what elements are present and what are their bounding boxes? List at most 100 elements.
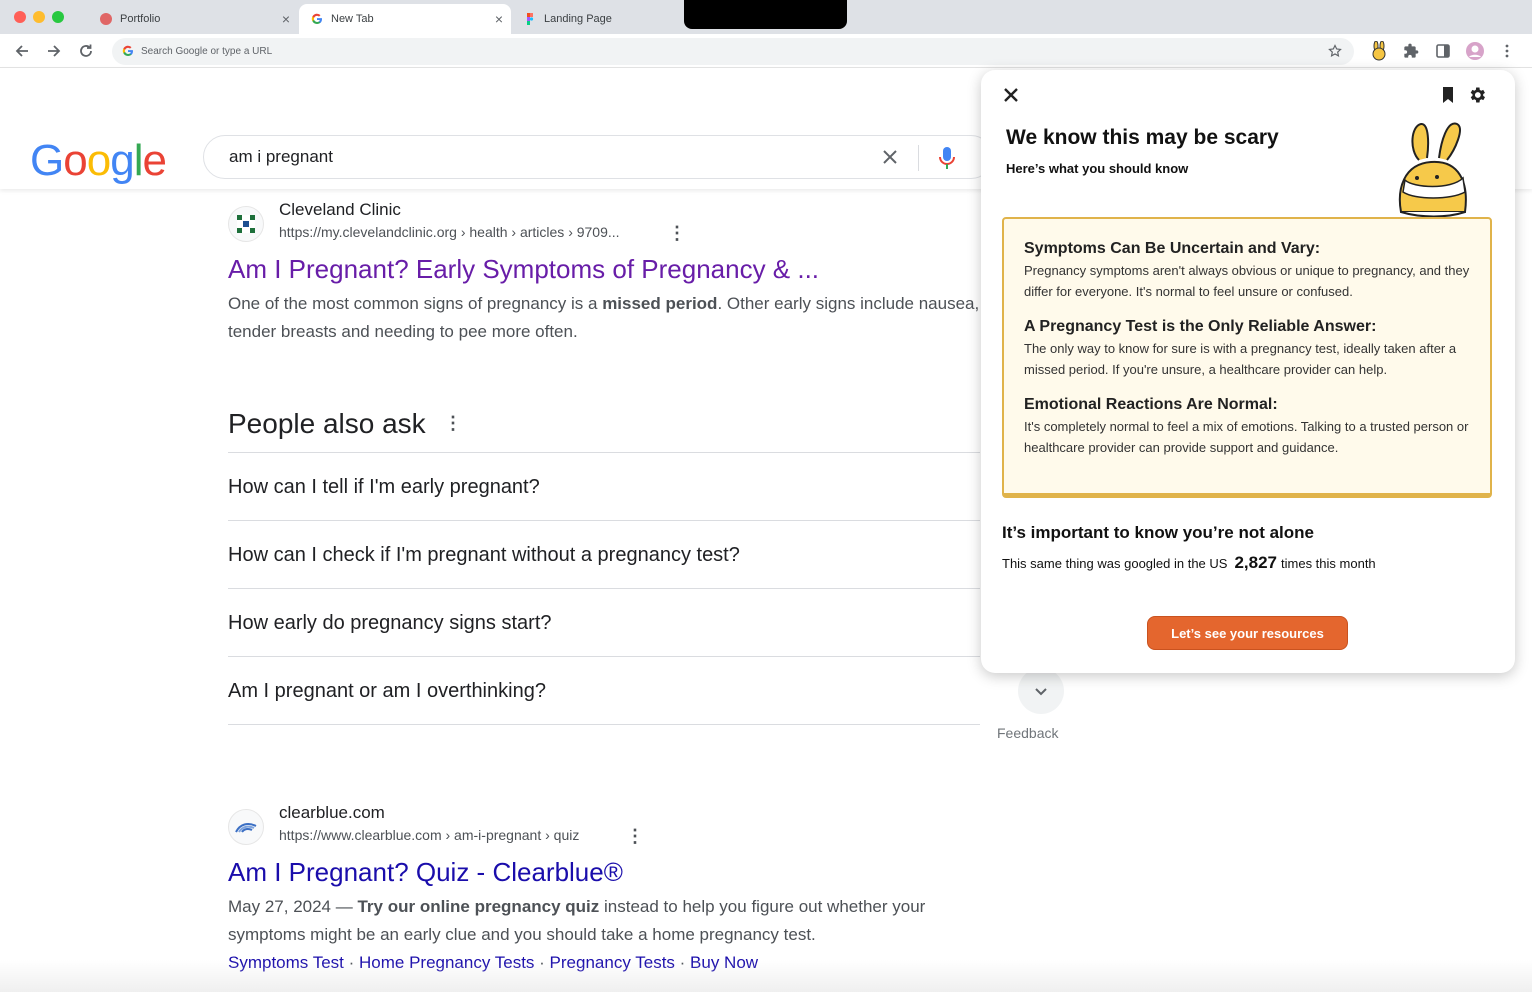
result-site-row[interactable]: Cleveland Clinic https://my.clevelandcli… [228,200,988,244]
logo-letter: g [110,136,135,185]
google-favicon-icon [311,13,323,25]
panel-subtitle: Here’s what you should know [1006,161,1189,176]
info-card: Symptoms Can Be Uncertain and Vary: Preg… [1002,217,1492,498]
not-alone-heading: It’s important to know you’re not alone [1002,523,1314,542]
see-resources-button[interactable]: Let’s see your resources [1147,616,1348,650]
search-count-prefix: This same thing was googled in the US [1002,556,1228,571]
info-section: Emotional Reactions Are Normal: It's com… [1024,394,1470,458]
cleveland-clinic-favicon-icon [228,206,264,242]
paa-question[interactable]: How early do pregnancy signs start? [228,588,980,656]
result-snippet: One of the most common signs of pregnanc… [228,290,988,346]
info-section: Symptoms Can Be Uncertain and Vary: Preg… [1024,238,1470,302]
logo-letter: G [30,136,64,185]
forward-arrow-icon [48,45,61,57]
search-query: am i pregnant [229,147,333,166]
back-button[interactable] [11,40,33,62]
close-icon[interactable] [1002,86,1020,109]
address-placeholder: Search Google or type a URL [141,46,273,57]
camera-notch [684,0,847,29]
portfolio-favicon-icon [100,13,112,25]
search-result: Cleveland Clinic https://my.clevelandcli… [228,200,988,346]
profile-avatar[interactable] [1464,40,1486,62]
browser-tab-bar: Portfolio × New Tab × Landing Page [0,0,1532,34]
clear-search-icon[interactable] [880,147,900,172]
result-title-link[interactable]: Am I Pregnant? Early Symptoms of Pregnan… [228,252,988,286]
bookmark-icon[interactable] [1440,86,1456,109]
info-heading: Emotional Reactions Are Normal: [1024,396,1278,413]
search-count-line: This same thing was googled in the US 2,… [1002,553,1376,573]
paa-question[interactable]: How can I tell if I'm early pregnant? [228,452,980,520]
sitelinks: Symptoms Test · Home Pregnancy Tests · P… [228,953,759,972]
reload-icon [80,44,92,57]
sitelink[interactable]: Buy Now [690,953,758,972]
search-divider [918,145,919,171]
address-bar[interactable]: Search Google or type a URL [112,38,1354,65]
paa-question[interactable]: Am I pregnant or am I overthinking? [228,656,980,724]
info-text: It's completely normal to feel a mix of … [1024,419,1469,455]
close-tab-icon[interactable]: × [495,11,503,27]
gear-icon[interactable] [1467,85,1487,110]
result-site-name: clearblue.com [279,803,385,822]
side-panel-icon[interactable] [1432,40,1454,62]
logo-letter: o [86,136,112,185]
more-options-icon[interactable]: ⋮ [668,224,686,242]
logo-letter: o [63,136,88,185]
reload-button[interactable] [75,40,97,62]
search-count-suffix: times this month [1281,556,1376,571]
result-url: https://my.clevelandclinic.org › health … [279,224,620,240]
panel-title: We know this may be scary [1006,126,1279,149]
search-result: clearblue.com https://www.clearblue.com … [228,803,988,977]
info-section: A Pregnancy Test is the Only Reliable An… [1024,316,1470,380]
info-text: Pregnancy symptoms aren't always obvious… [1024,263,1470,299]
back-arrow-icon [15,45,28,57]
extension-popup-panel: We know this may be scary Here’s what yo… [981,70,1515,673]
close-tab-icon[interactable]: × [282,11,290,27]
window-minimize-button[interactable] [33,11,45,23]
search-input[interactable]: am i pregnant [203,135,993,179]
snippet-bold-text: missed period [602,294,718,313]
browser-toolbar: Search Google or type a URL [0,34,1532,68]
chevron-down-icon[interactable] [1018,668,1064,714]
logo-letter: e [142,136,167,185]
extensions-puzzle-icon[interactable] [1400,40,1422,62]
bookmark-star-icon[interactable] [1328,44,1342,61]
window-zoom-button[interactable] [52,11,64,23]
google-g-icon [122,45,134,60]
people-also-ask: People also ask ⋮ How can I tell if I'm … [228,406,980,725]
browser-menu-icon[interactable] [1496,40,1518,62]
tab-label: Portfolio [120,13,161,25]
result-snippet: May 27, 2024 — Try our online pregnancy … [228,893,988,949]
microphone-icon[interactable] [937,146,957,175]
tab-portfolio[interactable]: Portfolio × [88,4,298,34]
google-logo[interactable]: Google [30,136,167,186]
sitelink[interactable]: Pregnancy Tests [550,953,675,972]
result-date: May 27, 2024 — [228,897,358,916]
result-site-row[interactable]: clearblue.com https://www.clearblue.com … [228,803,988,847]
window-close-button[interactable] [14,11,26,23]
bunny-extension-icon[interactable] [1368,40,1390,62]
tab-landing-page[interactable]: Landing Page [512,4,682,34]
feedback-link[interactable]: Feedback [997,725,1058,741]
snippet-bold-text: Try our online pregnancy quiz [357,897,600,916]
paa-question[interactable]: How can I check if I'm pregnant without … [228,520,980,588]
tab-label: Landing Page [544,13,612,25]
more-options-icon[interactable]: ⋮ [626,827,644,845]
bunny-mascot-icon [1391,120,1475,223]
logo-letter: l [133,136,144,185]
tab-label: New Tab [331,13,374,25]
result-url: https://www.clearblue.com › am-i-pregnan… [279,827,580,843]
info-heading: Symptoms Can Be Uncertain and Vary: [1024,240,1321,257]
clearblue-favicon-icon [228,809,264,845]
sitelink[interactable]: Home Pregnancy Tests [359,953,534,972]
paa-more-options-icon[interactable]: ⋮ [444,414,462,432]
tab-new-tab[interactable]: New Tab × [299,4,511,34]
snippet-text: One of the most common signs of pregnanc… [228,294,603,313]
info-text: The only way to know for sure is with a … [1024,341,1457,377]
figma-favicon-icon [524,13,536,25]
paa-heading: People also ask [228,408,426,439]
result-title-link[interactable]: Am I Pregnant? Quiz - Clearblue® [228,855,988,889]
forward-button[interactable] [43,40,65,62]
search-count-value: 2,827 [1234,553,1278,572]
result-site-name: Cleveland Clinic [279,200,401,219]
sitelink[interactable]: Symptoms Test [228,953,344,972]
